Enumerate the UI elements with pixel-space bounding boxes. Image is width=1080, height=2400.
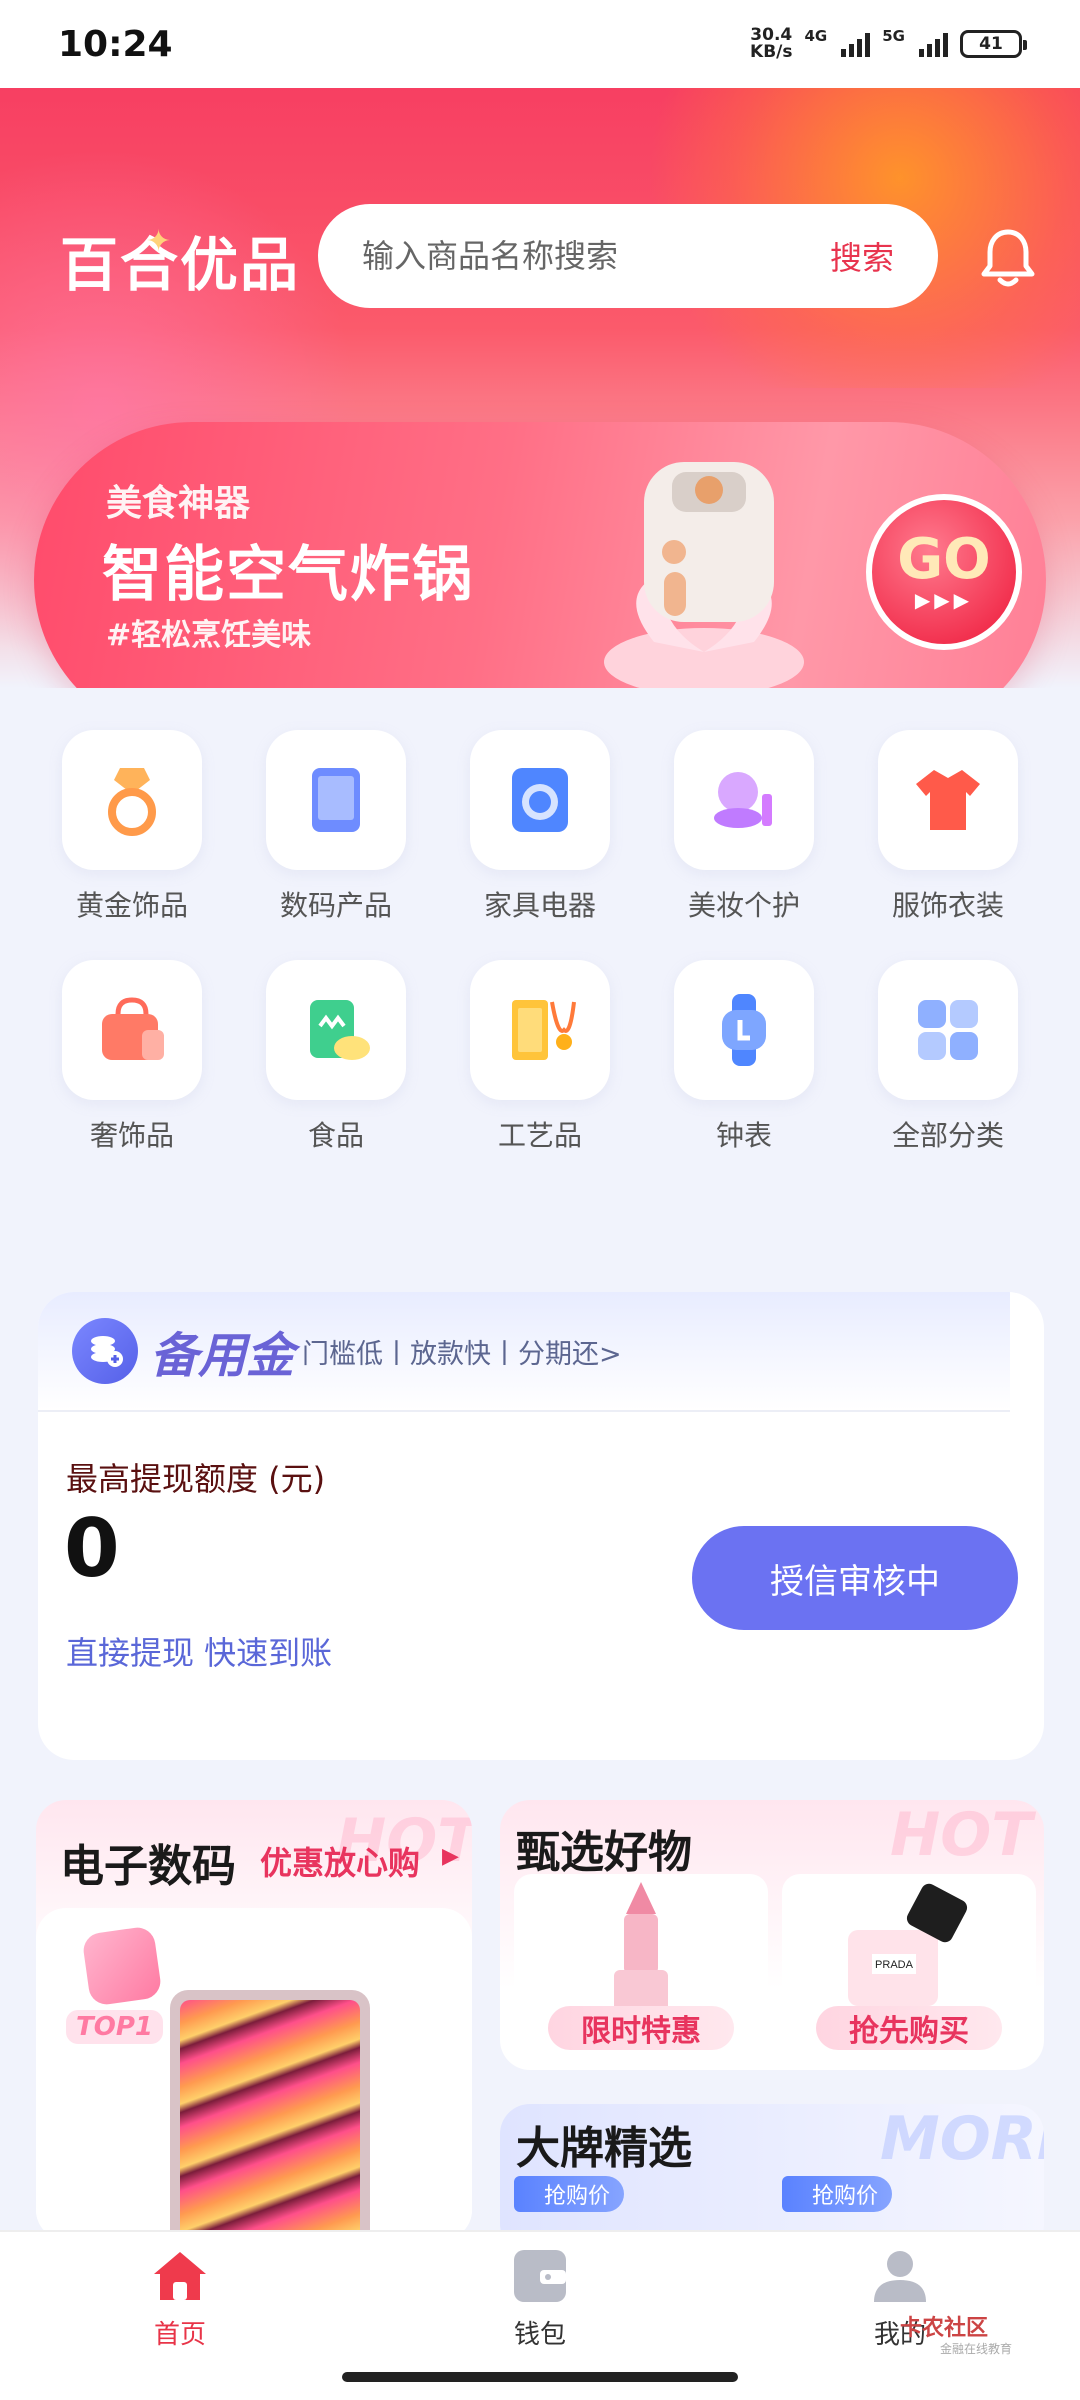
max-withdraw-label: 最高提现额度 (元)	[66, 1460, 326, 1498]
battery-level: 41	[979, 34, 1003, 54]
search-input[interactable]	[362, 237, 782, 275]
category-label: 奢饰品	[89, 1119, 174, 1152]
price-tag: 抢购价	[782, 2176, 893, 2212]
brand-picks-title: 大牌精选	[516, 2123, 692, 2174]
product-card-perfume[interactable]: PRADA 抢先购买	[782, 1874, 1036, 2060]
nav-wallet-label: 钱包	[513, 2320, 566, 2350]
category-label: 美妆个护	[687, 889, 800, 922]
electronics-title: 电子数码	[60, 1841, 236, 1892]
limited-offer-tag: 限时特惠	[548, 2006, 734, 2050]
top1-badge: TOP1	[66, 1925, 166, 2044]
category-label: 家具电器	[483, 889, 596, 922]
reserve-fund-title: 备用金	[150, 1328, 295, 1384]
electronics-section[interactable]: HOT 电子数码 优惠放心购 ▶ TOP1	[36, 1800, 472, 2240]
home-indicator[interactable]	[342, 2372, 738, 2382]
max-withdraw-amount: 0	[64, 1502, 120, 1595]
category-grid: 黄金饰品 数码产品 家具电器 美妆个护 服饰衣装 奢饰品 食品 工艺品 钟表 全…	[30, 730, 1050, 1154]
price-tag: 抢购价	[514, 2176, 625, 2212]
battery-icon: 41	[960, 30, 1027, 58]
tablet-screen	[180, 2000, 360, 2240]
status-bar: 10:24 30.4 KB/s 4G 5G 41	[0, 0, 1080, 88]
logo-star-icon: ✦	[146, 224, 172, 259]
network-speed-unit: KB/s	[750, 42, 793, 62]
category-appliances[interactable]: 家具电器	[438, 730, 642, 924]
grid-icon	[878, 960, 1018, 1100]
status-indicators: 30.4 KB/s 4G 5G 41	[750, 27, 1027, 61]
credit-review-button[interactable]: 授信审核中	[692, 1526, 1018, 1630]
coin-stack-icon	[72, 1318, 138, 1384]
status-time: 10:24	[58, 23, 173, 65]
gold-bar-icon	[470, 960, 610, 1100]
category-gold-jewelry[interactable]: 黄金饰品	[30, 730, 234, 924]
selected-goods-section[interactable]: HOT 甄选好物 限时特惠 PRADA 抢先购买	[500, 1800, 1044, 2070]
category-clothing[interactable]: 服饰衣装	[846, 730, 1050, 924]
bell-icon[interactable]	[980, 228, 1036, 288]
ring-icon	[62, 730, 202, 870]
washer-icon	[470, 730, 610, 870]
go-label: GO	[897, 527, 991, 592]
hot-watermark: HOT	[890, 1800, 1033, 1870]
category-food[interactable]: 食品	[234, 960, 438, 1154]
watermark: 卡农社区	[900, 2316, 989, 2341]
wallet-icon	[514, 2250, 566, 2302]
bag-icon	[62, 960, 202, 1100]
app-logo: 百合优品	[60, 231, 301, 299]
category-all[interactable]: 全部分类	[846, 960, 1050, 1154]
tablet-icon	[266, 730, 406, 870]
category-label: 全部分类	[891, 1119, 1004, 1152]
cosmetics-icon	[674, 730, 814, 870]
hero-section: 百合优品 ✦ 搜索 美食神器 智能空气炸锅 #轻松烹饪美味	[0, 88, 1080, 688]
selected-goods-title: 甄选好物	[516, 1827, 692, 1878]
category-beauty[interactable]: 美妆个护	[642, 730, 846, 924]
chevron-right-icon: ▶	[442, 1844, 459, 1869]
tablet-product-image	[170, 1990, 370, 2240]
lipstick-image	[614, 1882, 668, 2014]
reserve-fund-tags[interactable]: 门槛低丨放款快丨分期还>	[302, 1332, 622, 1371]
category-digital[interactable]: 数码产品	[234, 730, 438, 924]
electronics-subtitle[interactable]: 优惠放心购	[260, 1838, 420, 1884]
signal-label-2: 5G	[882, 27, 905, 45]
air-fryer-image	[594, 442, 814, 688]
banner-title: 智能空气炸锅	[102, 540, 474, 610]
signal-label-1: 4G	[804, 27, 828, 45]
nav-home-label: 首页	[153, 2320, 206, 2350]
banner-tagline: #轻松烹饪美味	[106, 618, 312, 653]
watermark-subtitle: 金融在线教育	[940, 2342, 1013, 2356]
promo-banner[interactable]: 美食神器 智能空气炸锅 #轻松烹饪美味 GO ▶▶▶	[34, 422, 1046, 688]
reserve-fund-header[interactable]: 备用金 门槛低丨放款快丨分期还>	[38, 1292, 1010, 1412]
category-crafts[interactable]: 工艺品	[438, 960, 642, 1154]
network-speed: 30.4 KB/s	[750, 27, 792, 61]
watch-icon	[674, 960, 814, 1100]
nav-home[interactable]: 首页	[80, 2246, 280, 2400]
signal-icon-2	[919, 31, 948, 57]
shirt-icon	[878, 730, 1018, 870]
category-label: 钟表	[715, 1119, 772, 1152]
category-luxury[interactable]: 奢饰品	[30, 960, 234, 1154]
reserve-fund-card[interactable]: 备用金 门槛低丨放款快丨分期还> 最高提现额度 (元) 0 直接提现 快速到账 …	[38, 1292, 1044, 1760]
home-icon	[154, 2252, 206, 2300]
category-label: 服饰衣装	[891, 889, 1004, 922]
user-icon	[874, 2251, 926, 2302]
signal-icon-1	[841, 31, 871, 57]
perfume-image: PRADA	[848, 1883, 968, 2006]
category-label: 数码产品	[279, 889, 392, 922]
category-watches[interactable]: 钟表	[642, 960, 846, 1154]
product-card-lipstick[interactable]: 限时特惠	[514, 1874, 768, 2060]
electronics-product-card[interactable]: TOP1	[36, 1908, 472, 2240]
buy-first-tag: 抢先购买	[816, 2006, 1002, 2050]
star-badge-icon	[81, 1925, 163, 2007]
category-label: 黄金饰品	[75, 889, 188, 922]
withdraw-link[interactable]: 直接提现 快速到账	[66, 1628, 332, 1674]
go-button[interactable]: GO ▶▶▶	[866, 494, 1022, 650]
search-bar[interactable]: 搜索	[318, 204, 938, 308]
search-button[interactable]: 搜索	[830, 233, 894, 279]
category-label: 食品	[307, 1119, 364, 1152]
perfume-brand-text: PRADA	[875, 1959, 914, 1971]
more-watermark: MORE	[880, 2104, 1044, 2174]
go-arrows-icon: ▶▶▶	[914, 588, 974, 612]
banner-subtitle: 美食神器	[106, 483, 251, 524]
top1-label: TOP1	[66, 2010, 163, 2044]
food-icon	[266, 960, 406, 1100]
category-label: 工艺品	[497, 1119, 582, 1152]
